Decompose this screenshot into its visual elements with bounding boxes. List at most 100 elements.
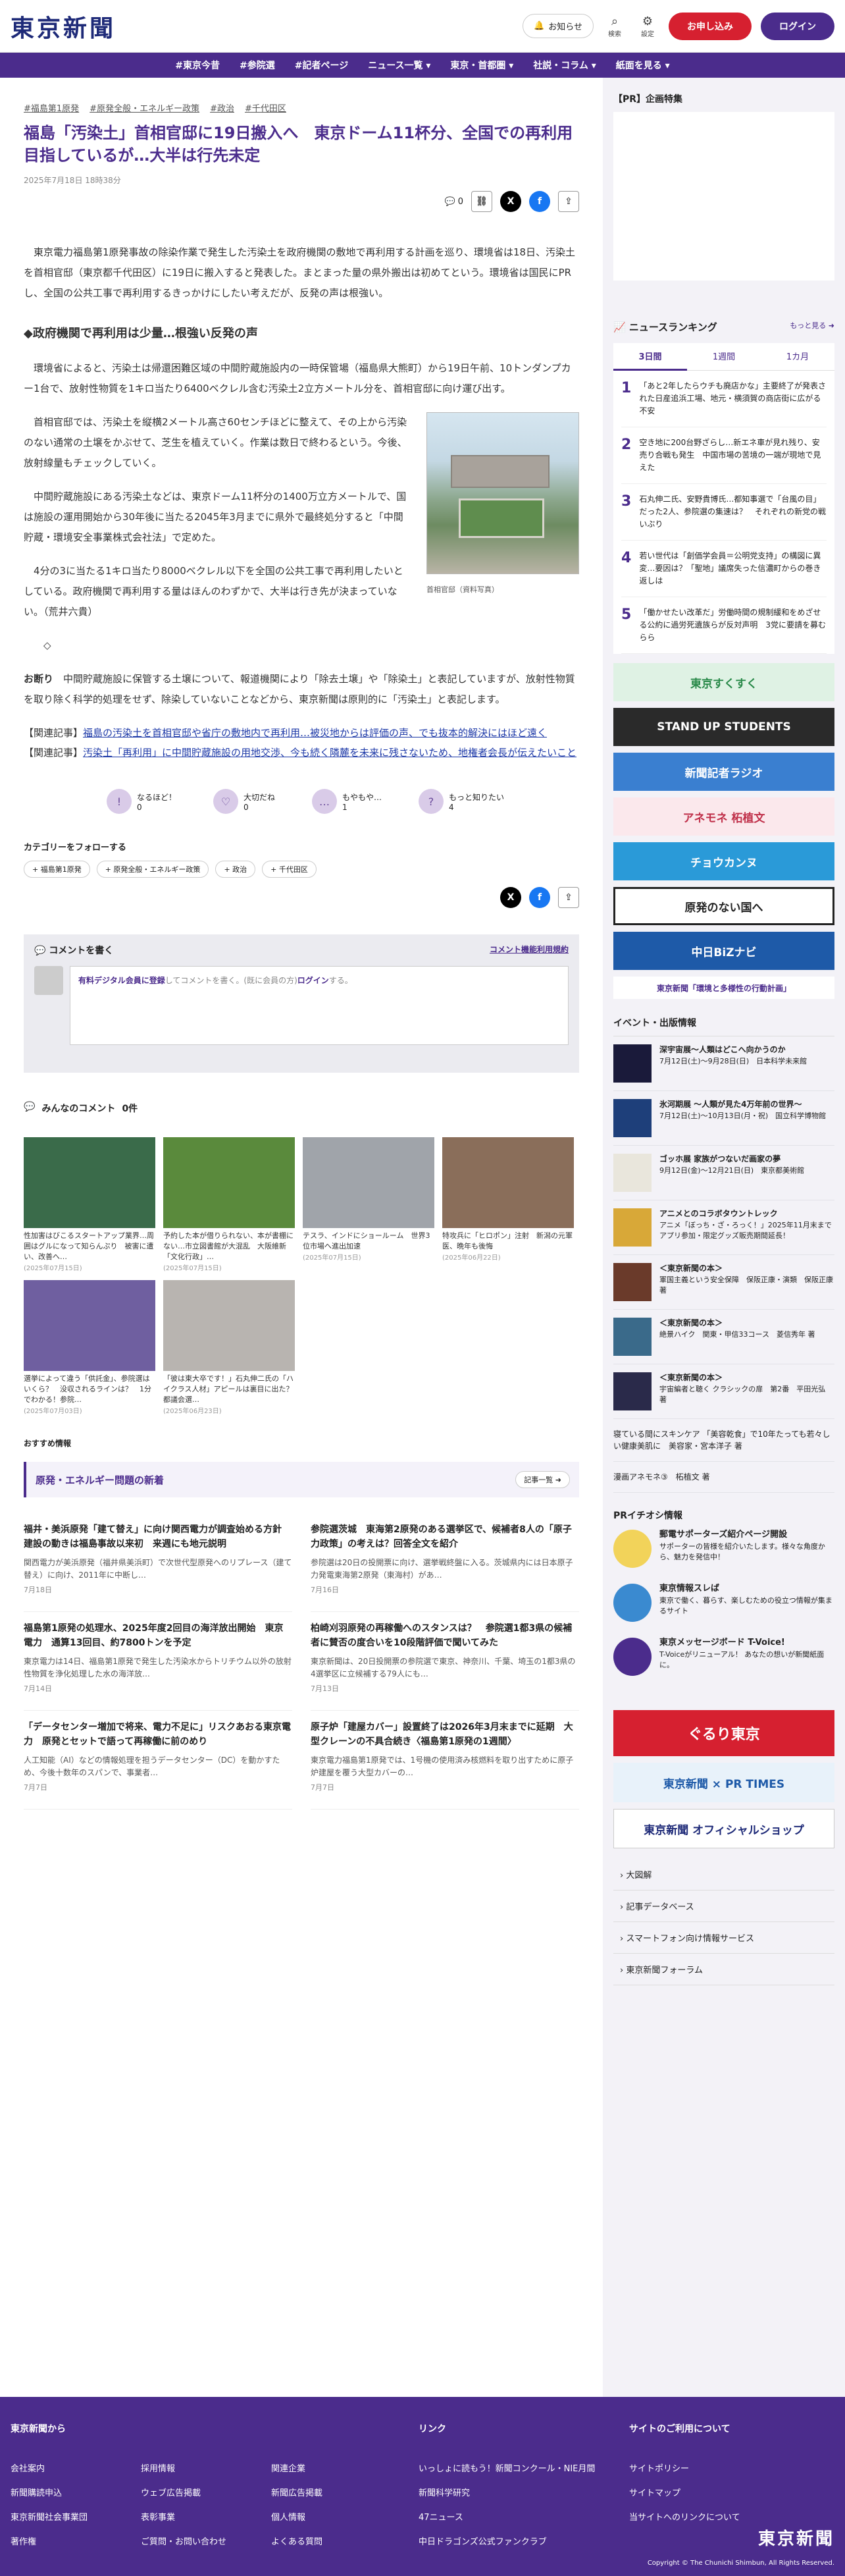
tag-link[interactable]: #千代田区 xyxy=(245,101,286,114)
footer-link[interactable]: 中日ドラゴンズ公式ファンクラブ xyxy=(419,2535,629,2547)
article-photo[interactable]: 首相官邸（資料写真） xyxy=(426,412,579,635)
nav-item[interactable]: #参院選 xyxy=(240,59,275,72)
banner-shop[interactable]: 東京新聞 オフィシャルショップ xyxy=(613,1809,834,1848)
banner-sukusuku[interactable]: 東京すくすく xyxy=(613,663,834,701)
thumb-card[interactable]: テスラ、インドにショールーム 世界3位市場へ進出加速 (2025年07月15日) xyxy=(303,1137,434,1272)
tab-1week[interactable]: 1週間 xyxy=(687,343,761,371)
nav-item[interactable]: 社説・コラム ▾ xyxy=(533,59,596,72)
related-link[interactable]: 福島の汚染土を首相官邸や省庁の敷地内で再利用…被災地からは評価の声、でも抜本的解… xyxy=(83,727,547,739)
ranking-item[interactable]: 1 「あと2年したらウチも廃店かな」主要終了が発表された日産追浜工場、地元・横須賀… xyxy=(621,371,827,427)
news-item[interactable]: 柏崎刈羽原発の再稼働へのスタンスは？ 参院選1都3県の候補者に賛否の度合いを10… xyxy=(311,1612,579,1711)
share-icon[interactable]: ⇪ xyxy=(558,887,579,908)
tag-link[interactable]: #原発全般・エネルギー政策 xyxy=(90,101,199,114)
share-icon[interactable]: ⇪ xyxy=(558,191,579,212)
footer-link[interactable]: 新聞購読申込 xyxy=(11,2486,109,2498)
x-share-icon[interactable]: X xyxy=(500,887,521,908)
footer-link[interactable]: 当サイトへのリンクについて xyxy=(629,2510,827,2523)
reaction-button[interactable]: ♡ 大切だね 0 xyxy=(213,789,275,814)
follow-tag-button[interactable]: + 原発全般・エネルギー政策 xyxy=(96,861,209,878)
pr-item[interactable]: 郵電サポーターズ紹介ページ開設 サポーターの皆様を紹介いたします。様々な角度から、… xyxy=(613,1522,834,1576)
footer-link[interactable]: 表彰事業 xyxy=(141,2510,240,2523)
site-logo[interactable]: 東京新聞 xyxy=(11,9,116,43)
sidebar-link[interactable]: › スマートフォン向け情報サービス xyxy=(613,1922,834,1954)
nav-item[interactable]: #東京今昔 xyxy=(175,59,220,72)
nav-item[interactable]: ニュース一覧 ▾ xyxy=(368,59,430,72)
comment-input[interactable]: 有料デジタル会員に登録してコメントを書く。(既に会員の方)ログインする。 xyxy=(70,966,569,1045)
footer-link[interactable]: 採用情報 xyxy=(141,2461,240,2474)
sidebar-link[interactable]: › 記事データベース xyxy=(613,1891,834,1922)
footer-link[interactable]: ウェブ広告掲載 xyxy=(141,2486,240,2498)
nav-item[interactable]: 東京・首都圏 ▾ xyxy=(450,59,513,72)
nav-item[interactable]: 紙面を見る ▾ xyxy=(616,59,670,72)
banner-gururi[interactable]: ぐるり東京 xyxy=(613,1710,834,1756)
ranking-more-link[interactable]: もっと見る ➜ xyxy=(790,320,834,334)
ranking-item[interactable]: 2 空き地に200台野ざらし…新エネ車が見れ残り、安売り合戦も発生 中国市場の苦境… xyxy=(621,427,827,484)
news-item[interactable]: 「データセンター増加で将来、電力不足に」リスクあおる東京電力 原発とセットで語っ… xyxy=(24,1711,292,1810)
banner-anemone[interactable]: アネモネ 柘植文 xyxy=(613,797,834,836)
settings-button[interactable]: ⚙ 設定 xyxy=(636,14,659,38)
news-item[interactable]: 参院選茨城 東海第2原発のある選挙区で、候補者8人の「原子力政策」の考えは？回答… xyxy=(311,1513,579,1612)
event-item[interactable]: 深宇宙展〜人類はどこへ向かうのか 7月12日(土)〜9月28日(日) 日本科学未来… xyxy=(613,1036,834,1091)
notice-button[interactable]: 🔔 お知らせ xyxy=(523,14,594,38)
event-item[interactable]: アニメとのコラボタウントレック アニメ「ぼっち・ざ・ろっく！」2025年11月末ま… xyxy=(613,1200,834,1255)
footer-link[interactable]: よくある質問 xyxy=(271,2535,370,2547)
footer-link[interactable]: サイトポリシー xyxy=(629,2461,827,2474)
banner-choukannu[interactable]: チョウカンヌ xyxy=(613,842,834,880)
banner-biz-navi[interactable]: 中日BiZナビ xyxy=(613,932,834,970)
nav-item[interactable]: #記者ページ xyxy=(295,59,348,72)
footer-link[interactable]: 関連企業 xyxy=(271,2461,370,2474)
tag-link[interactable]: #政治 xyxy=(210,101,234,114)
thumb-card[interactable]: 「彼は東大卒です！」石丸伸二氏の「ハイクラス人材」アピールは裏目に出た？ 都議会… xyxy=(163,1280,301,1415)
thumb-card[interactable]: 性加害はびこるスタートアップ業界…周囲はグルになって知らんぷり 被害に遭い、改善… xyxy=(24,1137,155,1272)
bookmark-icon[interactable]: ⛓ xyxy=(471,191,492,212)
tag-link[interactable]: #福島第1原発 xyxy=(24,101,79,114)
footer-link[interactable]: 著作権 xyxy=(11,2535,109,2547)
banner-radio[interactable]: 新聞記者ラジオ xyxy=(613,753,834,791)
sidebar-link[interactable]: › 大図解 xyxy=(613,1859,834,1891)
footer-link[interactable]: 新聞広告掲載 xyxy=(271,2486,370,2498)
event-item[interactable]: 氷河期展 〜人類が見た4万年前の世界〜 7月12日(土)〜10月13日(月・祝) … xyxy=(613,1091,834,1146)
login-link[interactable]: ログイン xyxy=(297,976,329,985)
news-more-button[interactable]: 記事一覧 ➜ xyxy=(515,1471,570,1488)
sidebar-link[interactable]: › 東京新聞フォーラム xyxy=(613,1954,834,1985)
banner-prtimes[interactable]: 東京新聞 × PR TIMES xyxy=(613,1763,834,1802)
ranking-item[interactable]: 5 「働かせたい改革だ」労働時間の規制緩和をめざせる公約に過労死遺族らが反対声明 … xyxy=(621,597,827,654)
event-item[interactable]: ゴッホ展 家族がつないだ画家の夢 9月12日(金)〜12月21日(日) 東京都美術… xyxy=(613,1146,834,1200)
footer-link[interactable]: 東京新聞社会事業団 xyxy=(11,2510,109,2523)
news-item[interactable]: 福井・美浜原発「建て替え」に向け関西電力が調査始める方針 建設の動きは福島事故以… xyxy=(24,1513,292,1612)
footer-link[interactable]: 新聞科学研究 xyxy=(419,2486,629,2498)
comment-terms-link[interactable]: コメント機能利用規約 xyxy=(490,944,569,957)
footer-link[interactable]: 会社案内 xyxy=(11,2461,109,2474)
ranking-item[interactable]: 4 若い世代は「創価学会員＝公明党支持」の構図に異変…要因は？「聖地」議席失った信… xyxy=(621,541,827,597)
footer-link[interactable]: 個人情報 xyxy=(271,2510,370,2523)
footer-link[interactable]: いっしょに読もう！新聞コンクール・NIE月間 xyxy=(419,2461,629,2474)
reaction-button[interactable]: ? もっと知りたい 4 xyxy=(419,789,504,814)
ad-slot[interactable] xyxy=(613,112,834,281)
tab-3days[interactable]: 3日間 xyxy=(613,343,687,371)
facebook-share-icon[interactable]: f xyxy=(529,191,550,212)
search-button[interactable]: ⌕ 検索 xyxy=(603,14,627,38)
banner-stand-up[interactable]: STAND UP STUDENTS xyxy=(613,708,834,746)
ranking-item[interactable]: 3 石丸伸二氏、安野貴博氏…都知事選で「台風の目」だった2人、参院選の集速は？ そ… xyxy=(621,484,827,541)
pr-item[interactable]: 東京情報スレば 東京で働く、暮らす、楽しむための役立つ情報が集まるサイト xyxy=(613,1576,834,1630)
book-link[interactable]: 寝ている間にスキンケア 「美容乾食」で10年たっても若々しい健康美肌に 美容家・… xyxy=(613,1419,834,1462)
facebook-share-icon[interactable]: f xyxy=(529,887,550,908)
banner-genpatsu[interactable]: 原発のない国へ xyxy=(613,887,834,925)
event-item[interactable]: ＜東京新聞の本＞ 軍国主義という安全保障 保阪正康・演類 保阪正康 著 xyxy=(613,1255,834,1310)
thumb-card[interactable]: 予約した本が借りられない、本が書棚にない…市立図書館が大混乱 大阪維新「文化行政… xyxy=(163,1137,295,1272)
thumb-card[interactable]: 選挙によって違う「供託金」、参院選はいくら？ 没収されるラインは？ 1分でわかる… xyxy=(24,1280,155,1415)
register-link[interactable]: 有料デジタル会員に登録 xyxy=(78,976,165,985)
reaction-button[interactable]: ! なるほど！ 0 xyxy=(107,789,176,814)
reaction-button[interactable]: … もやもや… 1 xyxy=(312,789,382,814)
follow-tag-button[interactable]: + 千代田区 xyxy=(262,861,317,878)
banner-diversity[interactable]: 東京新聞「環境と多様性の行動計画」 xyxy=(613,977,834,999)
footer-link[interactable]: サイトマップ xyxy=(629,2486,827,2498)
follow-tag-button[interactable]: + 政治 xyxy=(215,861,256,878)
comment-count-button[interactable]: 💬 0 xyxy=(445,197,463,207)
x-share-icon[interactable]: X xyxy=(500,191,521,212)
apply-button[interactable]: お申し込み xyxy=(669,12,752,40)
news-item[interactable]: 原子炉「建屋カバー」設置終了は2026年3月末までに延期 大型クレーンの不具合続… xyxy=(311,1711,579,1810)
footer-link[interactable]: 47ニュース xyxy=(419,2510,629,2523)
event-item[interactable]: ＜東京新聞の本＞ 絶景ハイク 関東・甲信33コース 菱信秀年 著 xyxy=(613,1310,834,1364)
tab-1month[interactable]: 1カ月 xyxy=(761,343,834,371)
